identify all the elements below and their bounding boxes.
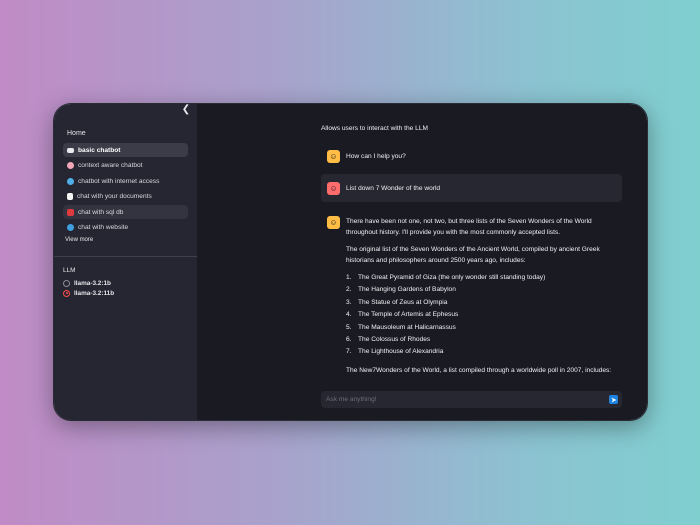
- list-item: 5. The Mausoleum at Halicarnassus: [346, 323, 456, 331]
- nav-item-label: basic chatbot: [78, 146, 121, 154]
- assistant-message: ☺ How can I help you?: [321, 144, 622, 169]
- nav-item-label: chat with sql db: [78, 208, 124, 216]
- database-icon: [67, 208, 74, 216]
- user-avatar-icon: ☺: [327, 181, 340, 195]
- send-button[interactable]: [609, 395, 618, 404]
- nav-item-chat-documents[interactable]: chat with your documents: [63, 190, 188, 204]
- collapse-sidebar-icon[interactable]: ❮: [180, 104, 192, 116]
- brain-icon: [67, 162, 74, 169]
- sidebar: ❮ Home basic chatbot context aware chatb…: [54, 104, 197, 420]
- llm-label: LLM: [63, 267, 76, 274]
- globe-icon: [67, 224, 74, 231]
- app-window: ❮ Home basic chatbot context aware chatb…: [53, 103, 648, 421]
- send-icon: [611, 397, 616, 402]
- message-body: There have been not one, not two, but th…: [346, 216, 616, 382]
- nav-item-label: chat with website: [78, 224, 129, 231]
- llm-option-1b[interactable]: llama-3.2:1b: [54, 278, 197, 288]
- list-item: 6. The Colossus of Rhodes: [346, 335, 431, 343]
- globe-icon: [67, 177, 74, 185]
- bot-avatar-icon: ☺: [327, 216, 340, 229]
- list-item: 7. The Lighthouse of Alexandria: [346, 348, 444, 356]
- keyboard-icon: [67, 147, 74, 153]
- llm-option-label: llama-3.2:11b: [74, 289, 115, 297]
- nav-item-context-aware-chatbot[interactable]: context aware chatbot: [63, 159, 188, 173]
- message-paragraph: The New7Wonders of the World, a list com…: [346, 366, 612, 374]
- nav-item-chat-sql-db[interactable]: chat with sql db: [63, 205, 188, 219]
- message-paragraph: There have been not one, not two, but th…: [346, 218, 592, 236]
- main-content: Allows users to interact with the LLM ☺ …: [197, 104, 647, 420]
- llm-option-label: llama-3.2:1b: [74, 279, 111, 287]
- nav-item-basic-chatbot[interactable]: basic chatbot: [63, 143, 188, 157]
- document-icon: [67, 193, 73, 200]
- message-text: List down 7 Wonder of the world: [346, 184, 441, 192]
- nav-item-label: chat with your documents: [77, 193, 152, 200]
- bot-avatar-icon: ☺: [327, 150, 340, 163]
- message-paragraph: The original list of the Seven Wonders o…: [346, 246, 600, 264]
- list-item: 2. The Hanging Gardens of Babylon: [346, 286, 456, 294]
- nav-item-label: chatbot with internet access: [78, 177, 160, 185]
- list-item: 3. The Statue of Zeus at Olympia: [346, 298, 448, 306]
- assistant-message: ☺ There have been not one, not two, but …: [321, 210, 622, 388]
- list-item: 1. The Great Pyramid of Giza (the only wo…: [346, 274, 546, 281]
- view-more-link[interactable]: View more: [54, 235, 197, 245]
- list-item: 4. The Temple of Artemis at Ephesus: [346, 311, 459, 319]
- chat-input-bar: [321, 391, 622, 408]
- radio-icon[interactable]: [63, 279, 70, 287]
- sidebar-divider: [54, 256, 197, 257]
- llm-option-11b[interactable]: llama-3.2:11b: [54, 288, 197, 298]
- radio-selected-icon[interactable]: [63, 289, 70, 297]
- user-message: ☺ List down 7 Wonder of the world: [321, 174, 622, 202]
- nav-item-chat-website[interactable]: chat with website: [63, 221, 188, 235]
- message-text: How can I help you?: [346, 153, 406, 160]
- chat-input[interactable]: [326, 396, 609, 403]
- nav-item-label: context aware chatbot: [78, 162, 143, 169]
- page-description: Allows users to interact with the LLM: [321, 125, 429, 132]
- nav-list: basic chatbot context aware chatbot chat…: [54, 143, 197, 235]
- nav-home[interactable]: Home: [54, 128, 197, 139]
- nav-item-chatbot-internet[interactable]: chatbot with internet access: [63, 174, 188, 188]
- wonders-list: 1. The Great Pyramid of Giza (the only wo…: [346, 272, 616, 359]
